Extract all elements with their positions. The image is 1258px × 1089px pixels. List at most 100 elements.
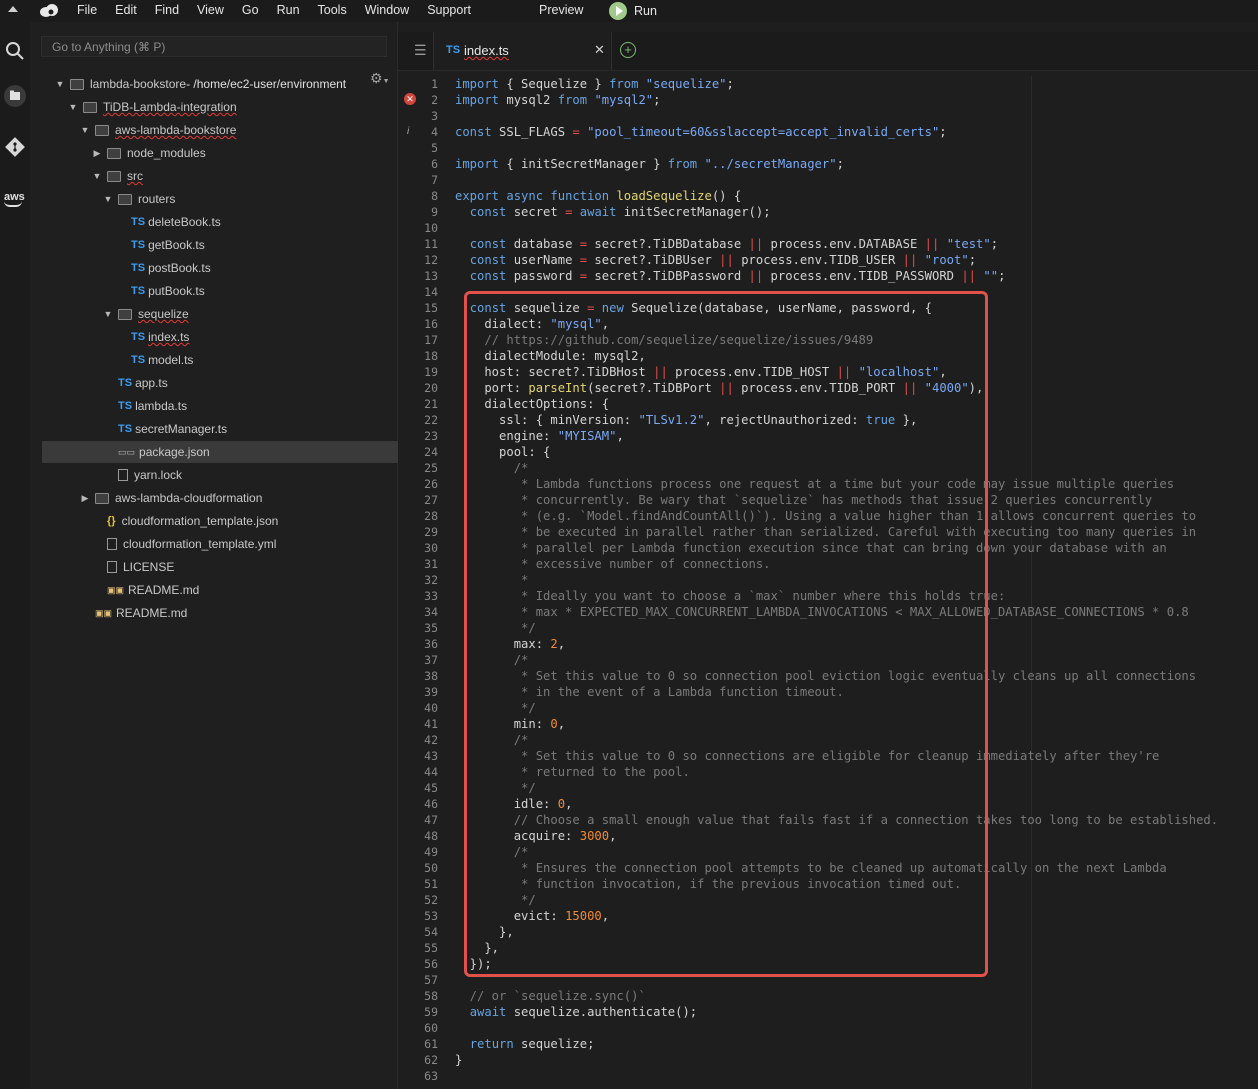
chevron-down-icon[interactable]: ▼ <box>102 194 114 204</box>
line-number: 48 <box>424 829 438 843</box>
search-icon[interactable] <box>4 40 26 62</box>
tree-file[interactable]: ▭▭ package.json <box>42 441 444 463</box>
line-number: 21 <box>424 397 438 411</box>
line-number: 51 <box>424 877 438 891</box>
tree-item-label: aws-lambda-cloudformation <box>115 491 263 505</box>
tree-item-label: yarn.lock <box>134 468 183 482</box>
line-number: 32 <box>424 573 438 587</box>
line-number: 9 <box>431 205 438 219</box>
tree-item-label: sequelize <box>138 307 189 321</box>
chevron-down-icon[interactable]: ▼ <box>91 171 103 181</box>
line-number: 56 <box>424 957 438 971</box>
editor-pane: ☰ TS index.ts ✕ + 1 2 3 4 5 6 7 8 9 10 11 12 13 14 15 1… <box>398 22 1258 1089</box>
print-margin <box>1031 76 1032 1089</box>
line-number: 63 <box>424 1069 438 1083</box>
line-number: 14 <box>424 285 438 299</box>
run-button[interactable]: Run <box>609 2 657 20</box>
code-line: const SSL_FLAGS = "pool_timeout=60&sslac… <box>455 125 947 139</box>
tree-folder[interactable]: ▼ routers <box>102 188 176 210</box>
tree-folder[interactable]: ▼ lambda-bookstore - /home/ec2-user/envir… <box>54 73 347 95</box>
tree-item-label: routers <box>138 192 176 206</box>
error-icon[interactable]: ✕ <box>404 93 416 105</box>
tree-folder[interactable]: ▶ aws-lambda-cloudformation <box>79 487 263 509</box>
new-tab-icon[interactable]: + <box>620 42 636 58</box>
tree-item-label: app.ts <box>135 376 168 390</box>
line-number: 55 <box>424 941 438 955</box>
tree-file[interactable]: cloudformation_template.yml <box>91 533 276 555</box>
menu-find[interactable]: Find <box>155 3 179 17</box>
collapse-triangle-icon[interactable] <box>8 6 18 12</box>
chevron-down-icon[interactable]: ▼ <box>79 125 91 135</box>
menu-go[interactable]: Go <box>242 3 259 17</box>
tree-file[interactable]: yarn.lock <box>102 464 182 486</box>
menu-edit[interactable]: Edit <box>115 3 137 17</box>
menu-window[interactable]: Window <box>365 3 409 17</box>
markdown-icon: ▣▣ <box>107 584 125 595</box>
chevron-right-icon[interactable]: ▶ <box>91 148 103 159</box>
tree-item-label: model.ts <box>148 353 194 367</box>
go-to-anything-input[interactable]: Go to Anything (⌘ P) <box>41 36 387 57</box>
line-number: 54 <box>424 925 438 939</box>
tree-item-label: cloudformation_template.yml <box>123 537 277 551</box>
chevron-right-icon[interactable]: ▶ <box>79 493 91 504</box>
chevron-down-icon[interactable]: ▼ <box>54 79 66 89</box>
tree-file[interactable]: TS model.ts <box>115 349 193 371</box>
tree-item-label: postBook.ts <box>148 261 211 275</box>
tree-folder[interactable]: ▼ aws-lambda-bookstore <box>79 119 237 141</box>
tree-file[interactable]: TS postBook.ts <box>115 257 211 279</box>
line-number: 33 <box>424 589 438 603</box>
tree-file[interactable]: ▣▣ README.md <box>91 579 199 601</box>
line-number: 8 <box>431 189 438 203</box>
menu-support[interactable]: Support <box>427 3 471 17</box>
tab-index-ts[interactable]: TS index.ts ✕ <box>433 32 612 70</box>
tree-file[interactable]: TS putBook.ts <box>115 280 205 302</box>
chevron-down-icon[interactable]: ▼ <box>67 102 79 112</box>
code-line: import mysql2 from "mysql2"; <box>455 93 661 107</box>
tree-file[interactable]: {} cloudformation_template.json <box>91 510 278 532</box>
tree-folder[interactable]: ▼ TiDB-Lambda-integration <box>67 96 237 118</box>
close-icon[interactable]: ✕ <box>594 42 605 58</box>
menu-file[interactable]: File <box>77 3 97 17</box>
tree-file[interactable]: TS getBook.ts <box>115 234 205 256</box>
menu-icon[interactable]: ☰ <box>414 42 427 59</box>
activity-bar: aws <box>0 22 30 1089</box>
gear-icon[interactable]: ⚙▼ <box>370 70 390 87</box>
document-icon <box>107 561 117 573</box>
files-icon[interactable] <box>4 85 26 107</box>
line-number: 10 <box>424 221 438 235</box>
line-number: 57 <box>424 973 438 987</box>
tree-file[interactable]: TS secretManager.ts <box>102 418 227 440</box>
line-number: 34 <box>424 605 438 619</box>
chevron-down-icon[interactable]: ▼ <box>102 309 114 319</box>
tree-file[interactable]: TS app.ts <box>102 372 168 394</box>
menu-run[interactable]: Run <box>277 3 300 17</box>
tree-file[interactable]: TS deleteBook.ts <box>115 211 221 233</box>
tree-item-label: putBook.ts <box>148 284 205 298</box>
line-number: 59 <box>424 1005 438 1019</box>
info-icon[interactable]: i <box>407 126 409 137</box>
preview-menu[interactable]: Preview <box>539 3 583 17</box>
line-number: 27 <box>424 493 438 507</box>
tree-folder[interactable]: ▼ src <box>91 165 143 187</box>
tree-folder[interactable]: ▶ node_modules <box>91 142 206 164</box>
tree-item-label: lambda-bookstore <box>90 77 187 91</box>
line-number: 38 <box>424 669 438 683</box>
tree-file[interactable]: ▣▣ README.md <box>79 602 187 624</box>
folder-icon <box>83 101 97 113</box>
tree-folder[interactable]: ▼ sequelize <box>102 303 189 325</box>
workspace-path: - /home/ec2-user/environment <box>186 77 347 91</box>
typescript-icon: TS <box>131 216 146 228</box>
folder-icon <box>107 170 121 182</box>
git-icon[interactable] <box>4 136 26 158</box>
cloud9-icon[interactable] <box>39 3 59 18</box>
code-line: export async function loadSequelize() { <box>455 189 742 203</box>
tree-file[interactable]: TS lambda.ts <box>102 395 187 417</box>
line-number: 4 <box>431 125 438 139</box>
tree-file[interactable]: LICENSE <box>91 556 174 578</box>
line-number: 13 <box>424 269 438 283</box>
document-icon <box>118 469 128 481</box>
aws-icon[interactable]: aws <box>4 190 26 212</box>
tree-file[interactable]: TS index.ts <box>115 326 189 348</box>
menu-tools[interactable]: Tools <box>318 3 347 17</box>
menu-view[interactable]: View <box>197 3 224 17</box>
